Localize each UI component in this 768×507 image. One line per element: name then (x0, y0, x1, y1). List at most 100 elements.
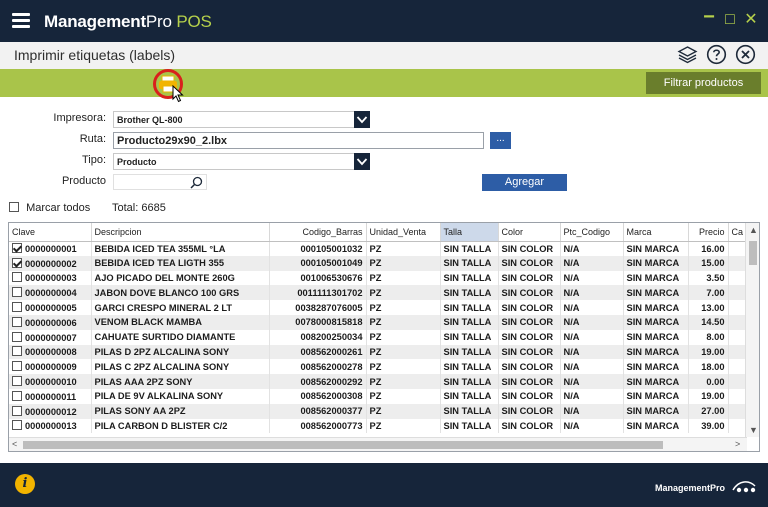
table-row[interactable]: 0000000007 CAHUATE SURTIDO DIAMANTE 008200… (9, 329, 746, 345)
cell-descripcion: BEBIDA ICED TEA LIGTH 355 (91, 255, 270, 271)
cell-color: SIN COLOR (498, 285, 561, 301)
row-checkbox[interactable] (12, 331, 22, 342)
column-header-clave[interactable]: Clave (9, 223, 92, 242)
close-window-button[interactable]: ✕ (741, 10, 761, 30)
cell-unidad-venta: PZ (366, 314, 441, 330)
products-table: Clave Descripcion Codigo_Barras Unidad_Vent… (9, 223, 746, 434)
table-row[interactable]: 0000000009 PILAS C 2PZ ALCALINA SONY 00856… (9, 359, 746, 375)
cell-descripcion: CAHUATE SURTIDO DIAMANTE (91, 329, 270, 345)
table-row[interactable]: 0000000006 VENOM BLACK MAMBA 0078000815818… (9, 314, 746, 330)
row-checkbox[interactable] (12, 346, 22, 357)
table-row[interactable]: 0000000002 BEBIDA ICED TEA LIGTH 355 00010… (9, 255, 746, 271)
cell-color: SIN COLOR (498, 359, 561, 375)
table-row[interactable]: 0000000004 JABON DOVE BLANCO 100 GRS 00111… (9, 285, 746, 301)
type-select[interactable]: Producto (113, 153, 370, 170)
vertical-scrollbar[interactable]: ▲ ▼ (745, 223, 759, 437)
cell-ptc-codigo: N/A (560, 314, 624, 330)
row-checkbox[interactable] (12, 390, 22, 401)
cell-unidad-venta: PZ (366, 418, 441, 434)
row-checkbox[interactable] (12, 243, 22, 254)
table-row[interactable]: 0000000011 PILA DE 9V ALKALINA SONY 008562… (9, 388, 746, 404)
dropdown-arrow-icon[interactable] (354, 153, 370, 170)
cell-ca (728, 359, 746, 375)
column-header-codigo-barras[interactable]: Codigo_Barras (269, 223, 367, 242)
cell-ca (728, 285, 746, 301)
table-row[interactable]: 0000000008 PILAS D 2PZ ALCALINA SONY 00856… (9, 344, 746, 360)
menu-icon[interactable] (12, 13, 30, 29)
row-checkbox[interactable] (12, 287, 22, 298)
scroll-down-icon[interactable]: ▼ (749, 425, 758, 435)
row-checkbox[interactable] (12, 376, 22, 387)
add-button[interactable]: Agregar (482, 174, 567, 191)
cell-unidad-venta: PZ (366, 329, 441, 345)
column-header-descripcion[interactable]: Descripcion (91, 223, 270, 242)
row-checkbox[interactable] (12, 272, 22, 283)
cell-codigo-barras: 008562000292 (269, 374, 367, 389)
help-icon[interactable] (706, 44, 727, 65)
cell-ptc-codigo: N/A (560, 344, 624, 360)
printer-select[interactable]: Brother QL-800 (113, 111, 370, 128)
browse-button[interactable]: ... (490, 132, 511, 149)
cell-codigo-barras: 008562000261 (269, 344, 367, 360)
column-header-color[interactable]: Color (498, 223, 561, 242)
brand-logo-icon (731, 481, 756, 493)
column-header-ca[interactable]: Ca (728, 223, 746, 242)
printer-select-value: Brother QL-800 (117, 115, 183, 125)
vertical-scroll-thumb[interactable] (749, 241, 757, 265)
cell-codigo-barras: 008562000308 (269, 388, 367, 404)
cell-codigo-barras: 001006530676 (269, 270, 367, 286)
cell-codigo-barras: 000105001049 (269, 255, 367, 271)
cell-clave-text: 0000000008 (25, 347, 77, 358)
cell-clave: 0000000002 (9, 255, 92, 271)
scroll-right-icon[interactable]: > (735, 439, 740, 449)
cell-clave: 0000000012 (9, 403, 92, 419)
column-header-talla[interactable]: Talla (440, 223, 499, 242)
close-circle-icon[interactable] (735, 44, 756, 65)
cell-clave-text: 0000000009 (25, 362, 77, 373)
scroll-left-icon[interactable]: < (12, 439, 17, 449)
cell-precio: 13.00 (688, 300, 729, 315)
row-checkbox[interactable] (12, 361, 22, 372)
maximize-button[interactable]: □ (720, 10, 740, 30)
cell-unidad-venta: PZ (366, 388, 441, 404)
cell-color: SIN COLOR (498, 314, 561, 330)
table-row[interactable]: 0000000010 PILAS AAA 2PZ SONY 008562000292… (9, 374, 746, 389)
row-checkbox[interactable] (12, 420, 22, 431)
info-icon[interactable]: i (15, 474, 35, 494)
horizontal-scrollbar[interactable]: < > (9, 437, 747, 451)
column-header-unidad-venta[interactable]: Unidad_Venta (366, 223, 441, 242)
cell-descripcion: JABON DOVE BLANCO 100 GRS (91, 285, 270, 301)
cell-ca (728, 270, 746, 286)
horizontal-scroll-thumb[interactable] (23, 441, 663, 449)
mark-all-label: Marcar todos (26, 202, 91, 214)
column-header-marca[interactable]: Marca (623, 223, 689, 242)
column-header-ptc-codigo[interactable]: Ptc_Codigo (560, 223, 624, 242)
row-checkbox[interactable] (12, 257, 22, 268)
cell-precio: 18.00 (688, 359, 729, 375)
table-row[interactable]: 0000000001 BEBIDA ICED TEA 355ML °LA 00010… (9, 241, 746, 256)
footer-bar: i ManagementPro (0, 463, 768, 507)
table-row[interactable]: 0000000003 AJO PICADO DEL MONTE 260G 00100… (9, 270, 746, 286)
cell-codigo-barras: 0038287076005 (269, 300, 367, 315)
table-row[interactable]: 0000000013 PILA CARBON D BLISTER C/2 00856… (9, 418, 746, 434)
layers-icon[interactable] (677, 44, 698, 65)
table-row[interactable]: 0000000005 GARCI CRESPO MINERAL 2 LT 00382… (9, 300, 746, 315)
cell-clave-text: 0000000006 (25, 317, 77, 328)
cell-ca (728, 374, 746, 389)
checkbox[interactable] (9, 202, 19, 212)
cell-clave: 0000000009 (9, 359, 92, 375)
table-row[interactable]: 0000000012 PILAS SONY AA 2PZ 008562000377 P… (9, 403, 746, 419)
scroll-up-icon[interactable]: ▲ (749, 225, 758, 235)
row-checkbox[interactable] (12, 316, 22, 327)
mark-all-checkbox[interactable]: Marcar todos (9, 202, 90, 214)
dropdown-arrow-icon[interactable] (354, 111, 370, 128)
cell-clave: 0000000005 (9, 300, 92, 315)
filter-products-button[interactable]: Filtrar productos (646, 72, 761, 94)
search-icon[interactable] (190, 176, 203, 189)
route-input[interactable]: Producto29x90_2.lbx (113, 132, 484, 149)
minimize-button[interactable]: − (699, 7, 719, 30)
column-header-precio[interactable]: Precio (688, 223, 729, 242)
row-checkbox[interactable] (12, 302, 22, 313)
cell-unidad-venta: PZ (366, 359, 441, 375)
row-checkbox[interactable] (12, 405, 22, 416)
